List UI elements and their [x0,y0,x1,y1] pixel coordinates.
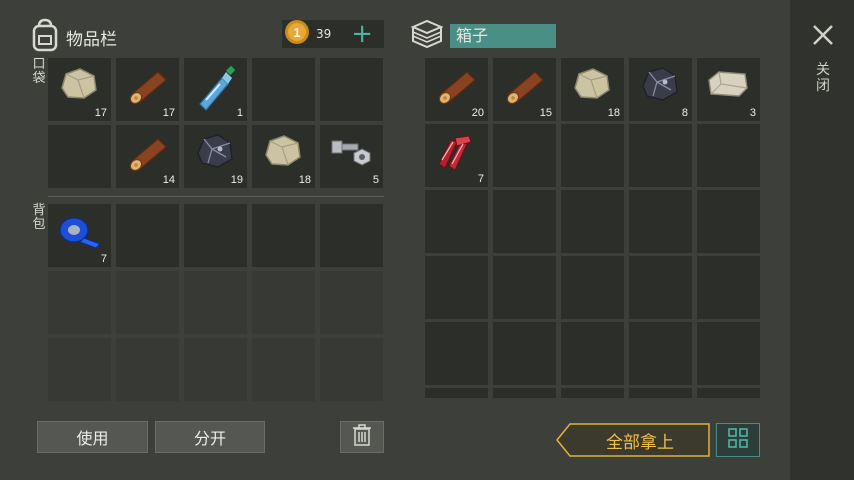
box-icon [410,18,444,54]
inventory-slot[interactable] [184,338,247,401]
pockets-label: 口袋 [32,57,46,86]
inventory-slot[interactable] [561,388,624,398]
item-count: 18 [607,107,620,119]
grid-sort-icon[interactable] [728,428,748,452]
inventory-slot[interactable] [48,125,111,188]
inventory-slot[interactable] [629,190,692,253]
inventory-slot[interactable] [425,388,488,398]
inventory-title: 物品栏 [66,29,117,50]
inventory-slot[interactable] [425,322,488,385]
inventory-slot[interactable] [116,338,179,401]
backpack-label: 背包 [32,203,46,232]
inventory-slot[interactable] [116,204,179,267]
inventory-slot[interactable]: 18 [252,125,315,188]
item-count: 17 [94,107,107,119]
inventory-slot[interactable]: 5 [320,125,383,188]
item-count: 7 [100,253,107,265]
inventory-slot[interactable] [629,388,692,398]
trash-icon[interactable] [352,423,372,451]
inventory-slot[interactable]: 1 [184,58,247,121]
close-button[interactable] [810,22,836,52]
inventory-slot[interactable]: 17 [116,58,179,121]
inventory-slot[interactable] [252,58,315,121]
close-icon[interactable] [810,25,836,52]
backpack-icon [30,18,60,56]
inventory-header: 物品栏 [30,18,117,56]
item-count: 8 [681,107,688,119]
sort-button[interactable] [716,423,760,457]
inventory-slot[interactable] [320,271,383,334]
inventory-slot[interactable] [425,190,488,253]
inventory-slot[interactable] [252,204,315,267]
inventory-slot[interactable] [48,338,111,401]
inventory-slot[interactable] [697,256,760,319]
box-header: 箱子 [410,18,556,54]
inventory-slot[interactable]: 14 [116,125,179,188]
inventory-slot[interactable] [629,124,692,187]
inventory-slot[interactable] [320,338,383,401]
inventory-slot[interactable]: 3 [697,58,760,121]
add-coins-icon[interactable]: + [351,21,373,47]
item-count: 7 [477,173,484,185]
inventory-slot[interactable] [116,271,179,334]
item-count: 18 [298,174,311,186]
inventory-slot[interactable] [493,124,556,187]
item-count: 3 [749,107,756,119]
svg-text:1: 1 [293,25,300,40]
take-all-label[interactable]: 全部拿上 [570,423,710,457]
inventory-slot[interactable] [697,124,760,187]
inventory-slot[interactable] [320,204,383,267]
inventory-slot[interactable]: 18 [561,58,624,121]
take-all-button[interactable]: 全部拿上 [556,423,710,457]
item-count: 19 [230,174,243,186]
item-count: 15 [539,107,552,119]
box-title: 箱子 [450,24,556,48]
inventory-slot[interactable] [561,124,624,187]
inventory-slot[interactable] [697,322,760,385]
inventory-slot[interactable] [493,190,556,253]
inventory-slot[interactable]: 17 [48,58,111,121]
inventory-slot[interactable] [561,256,624,319]
item-count: 5 [372,174,379,186]
coin-counter: 1 39 + [282,20,384,48]
inventory-slot[interactable]: 19 [184,125,247,188]
inventory-slot[interactable]: 20 [425,58,488,121]
inventory-slot[interactable] [493,322,556,385]
inventory-slot[interactable] [493,388,556,398]
inventory-slot[interactable]: 7 [48,204,111,267]
inventory-slot[interactable] [184,271,247,334]
inventory-slot[interactable] [184,204,247,267]
section-divider [48,196,384,197]
inventory-slot[interactable] [252,338,315,401]
inventory-slot[interactable] [561,322,624,385]
trash-button[interactable] [340,421,384,453]
inventory-slot[interactable] [561,190,624,253]
inventory-slot[interactable]: 15 [493,58,556,121]
inventory-slot[interactable]: 8 [629,58,692,121]
inventory-slot[interactable] [425,256,488,319]
inventory-slot[interactable] [493,256,556,319]
inventory-slot[interactable] [48,271,111,334]
split-button[interactable]: 分开 [155,421,265,453]
coin-amount: 39 [316,27,332,41]
item-count: 1 [236,107,243,119]
inventory-slot[interactable] [629,256,692,319]
inventory-slot[interactable] [320,58,383,121]
inventory-slot[interactable] [629,322,692,385]
item-count: 20 [471,107,484,119]
item-count: 17 [162,107,175,119]
item-count: 14 [162,174,175,186]
close-label[interactable]: 关闭 [815,62,831,94]
inventory-slot[interactable] [252,271,315,334]
inventory-slot[interactable]: 7 [425,124,488,187]
inventory-slot[interactable] [697,388,760,398]
coin-icon: 1 [284,19,310,49]
use-button[interactable]: 使用 [37,421,148,453]
inventory-slot[interactable] [697,190,760,253]
